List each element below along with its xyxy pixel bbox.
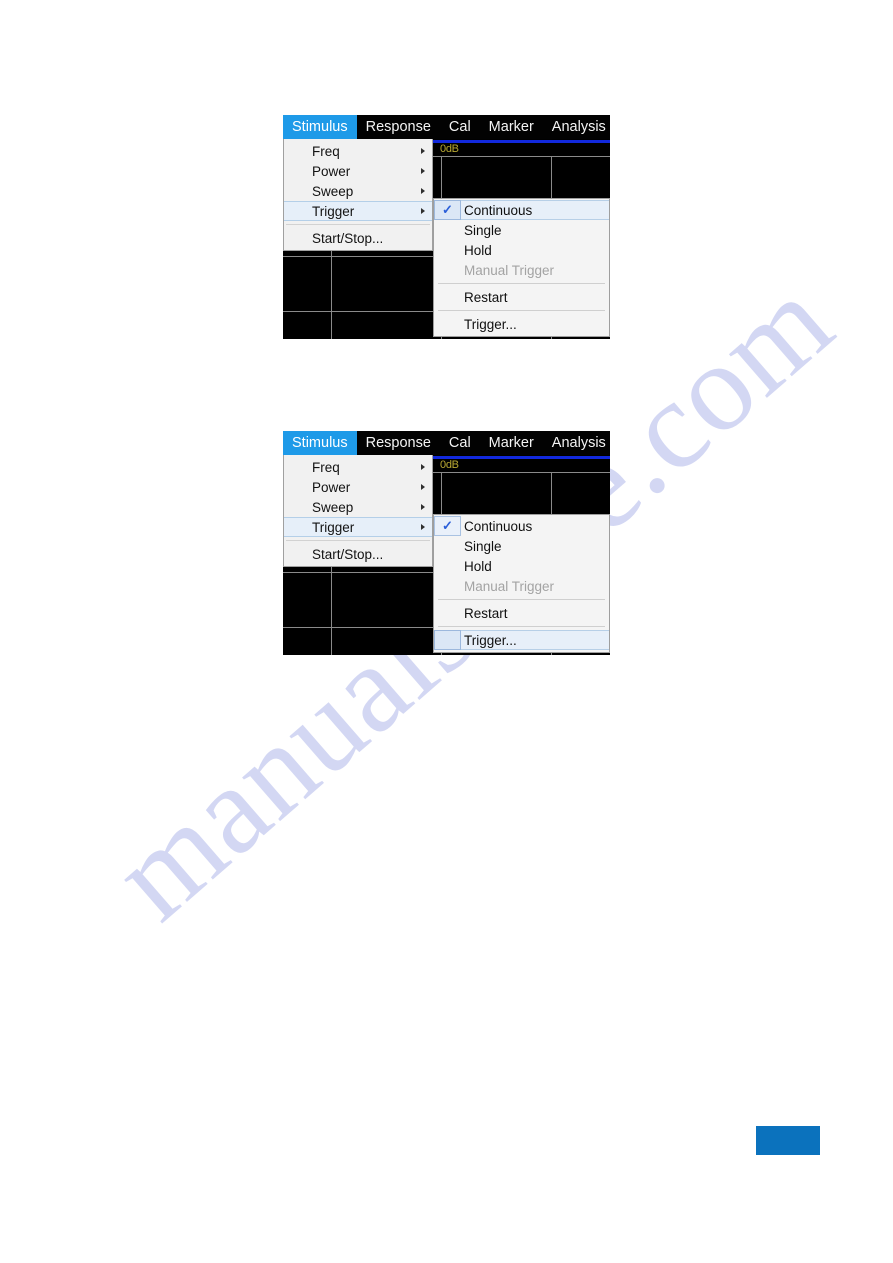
stimulus-dropdown-menu: Freq Power Sweep Trigger Start/Stop... bbox=[283, 139, 433, 251]
checkmark-slot bbox=[434, 220, 461, 240]
checkmark-slot bbox=[434, 576, 461, 596]
menubar-item-analysis[interactable]: Analysis bbox=[543, 115, 610, 139]
menubar-item-stimulus[interactable]: Stimulus bbox=[283, 431, 357, 455]
menu-item-power[interactable]: Power bbox=[284, 161, 432, 181]
submenu-item-manual-trigger: Manual Trigger bbox=[434, 576, 609, 596]
submenu-item-label: Hold bbox=[464, 558, 492, 574]
submenu-separator bbox=[438, 626, 605, 627]
menubar-item-stimulus[interactable]: Stimulus bbox=[283, 115, 357, 139]
checkmark-slot bbox=[434, 536, 461, 556]
menu-item-start-stop[interactable]: Start/Stop... bbox=[284, 228, 432, 248]
submenu-item-single[interactable]: Single bbox=[434, 220, 609, 240]
menubar-item-response[interactable]: Response bbox=[357, 431, 440, 455]
submenu-item-trigger-dialog[interactable]: Trigger... bbox=[434, 314, 609, 334]
chevron-right-icon bbox=[421, 188, 425, 194]
submenu-item-continuous[interactable]: ✓ Continuous bbox=[434, 516, 609, 536]
checkmark-slot bbox=[434, 630, 461, 650]
menu-item-label: Trigger bbox=[312, 203, 355, 219]
menubar-item-marker[interactable]: Marker bbox=[480, 115, 543, 139]
checkmark-slot bbox=[434, 314, 461, 334]
trigger-submenu: ✓ Continuous Single Hold Manual Trigger … bbox=[433, 198, 610, 337]
checkmark-slot bbox=[434, 287, 461, 307]
checkmark-slot bbox=[434, 240, 461, 260]
submenu-separator bbox=[438, 599, 605, 600]
stimulus-dropdown-menu: Freq Power Sweep Trigger Start/Stop... bbox=[283, 455, 433, 567]
chevron-right-icon bbox=[421, 504, 425, 510]
submenu-item-label: Continuous bbox=[464, 202, 533, 218]
submenu-item-label: Restart bbox=[464, 289, 508, 305]
menu-item-power[interactable]: Power bbox=[284, 477, 432, 497]
menu-item-label: Freq bbox=[312, 459, 340, 475]
submenu-item-label: Single bbox=[464, 538, 502, 554]
checkmark-slot bbox=[434, 603, 461, 623]
menubar-item-analysis[interactable]: Analysis bbox=[543, 431, 610, 455]
submenu-separator bbox=[438, 310, 605, 311]
chevron-right-icon bbox=[421, 208, 425, 214]
checkmark-slot bbox=[434, 556, 461, 576]
vna-scale-label: 0dB bbox=[440, 143, 459, 155]
submenu-item-label: Trigger... bbox=[464, 316, 517, 332]
checkmark-slot bbox=[434, 260, 461, 280]
submenu-item-hold[interactable]: Hold bbox=[434, 556, 609, 576]
submenu-item-restart[interactable]: Restart bbox=[434, 603, 609, 623]
chevron-right-icon bbox=[421, 148, 425, 154]
menubar-item-marker[interactable]: Marker bbox=[480, 431, 543, 455]
menu-item-label: Trigger bbox=[312, 519, 355, 535]
menu-separator bbox=[286, 540, 430, 541]
submenu-item-manual-trigger: Manual Trigger bbox=[434, 260, 609, 280]
submenu-item-single[interactable]: Single bbox=[434, 536, 609, 556]
menubar: Stimulus Response Cal Marker Analysis S bbox=[283, 115, 610, 139]
menu-item-sweep[interactable]: Sweep bbox=[284, 497, 432, 517]
chevron-right-icon bbox=[421, 464, 425, 470]
menubar-item-response[interactable]: Response bbox=[357, 115, 440, 139]
menu-item-label: Freq bbox=[312, 143, 340, 159]
menu-item-sweep[interactable]: Sweep bbox=[284, 181, 432, 201]
menu-item-trigger[interactable]: Trigger bbox=[284, 517, 432, 537]
checkmark-icon: ✓ bbox=[434, 200, 461, 220]
submenu-item-label: Manual Trigger bbox=[464, 262, 555, 278]
submenu-item-label: Restart bbox=[464, 605, 508, 621]
menu-separator bbox=[286, 224, 430, 225]
submenu-item-restart[interactable]: Restart bbox=[434, 287, 609, 307]
menu-item-label: Start/Stop... bbox=[312, 230, 384, 246]
menubar: Stimulus Response Cal Marker Analysis S bbox=[283, 431, 610, 455]
page-accent-block bbox=[756, 1126, 820, 1155]
submenu-item-continuous[interactable]: ✓ Continuous bbox=[434, 200, 609, 220]
submenu-item-label: Hold bbox=[464, 242, 492, 258]
submenu-item-label: Single bbox=[464, 222, 502, 238]
trigger-submenu: ✓ Continuous Single Hold Manual Trigger … bbox=[433, 514, 610, 653]
menu-item-label: Start/Stop... bbox=[312, 546, 384, 562]
submenu-item-label: Continuous bbox=[464, 518, 533, 534]
menu-item-freq[interactable]: Freq bbox=[284, 457, 432, 477]
screenshot-figure-2: 0dB Stimulus Response Cal Marker Analysi… bbox=[283, 431, 610, 655]
menu-item-freq[interactable]: Freq bbox=[284, 141, 432, 161]
checkmark-icon: ✓ bbox=[434, 516, 461, 536]
submenu-item-label: Manual Trigger bbox=[464, 578, 555, 594]
screenshot-figure-1: 0dB Stimulus Response Cal Marker Analysi… bbox=[283, 115, 610, 339]
menu-item-start-stop[interactable]: Start/Stop... bbox=[284, 544, 432, 564]
submenu-item-hold[interactable]: Hold bbox=[434, 240, 609, 260]
chevron-right-icon bbox=[421, 524, 425, 530]
menubar-item-cal[interactable]: Cal bbox=[440, 115, 480, 139]
chevron-right-icon bbox=[421, 484, 425, 490]
submenu-item-trigger-dialog[interactable]: Trigger... bbox=[434, 630, 609, 650]
menu-item-label: Sweep bbox=[312, 183, 354, 199]
menu-item-trigger[interactable]: Trigger bbox=[284, 201, 432, 221]
submenu-item-label: Trigger... bbox=[464, 632, 517, 648]
vna-scale-label: 0dB bbox=[440, 459, 459, 471]
chevron-right-icon bbox=[421, 168, 425, 174]
menubar-item-cal[interactable]: Cal bbox=[440, 431, 480, 455]
menu-item-label: Sweep bbox=[312, 499, 354, 515]
menu-item-label: Power bbox=[312, 479, 351, 495]
submenu-separator bbox=[438, 283, 605, 284]
menu-item-label: Power bbox=[312, 163, 351, 179]
